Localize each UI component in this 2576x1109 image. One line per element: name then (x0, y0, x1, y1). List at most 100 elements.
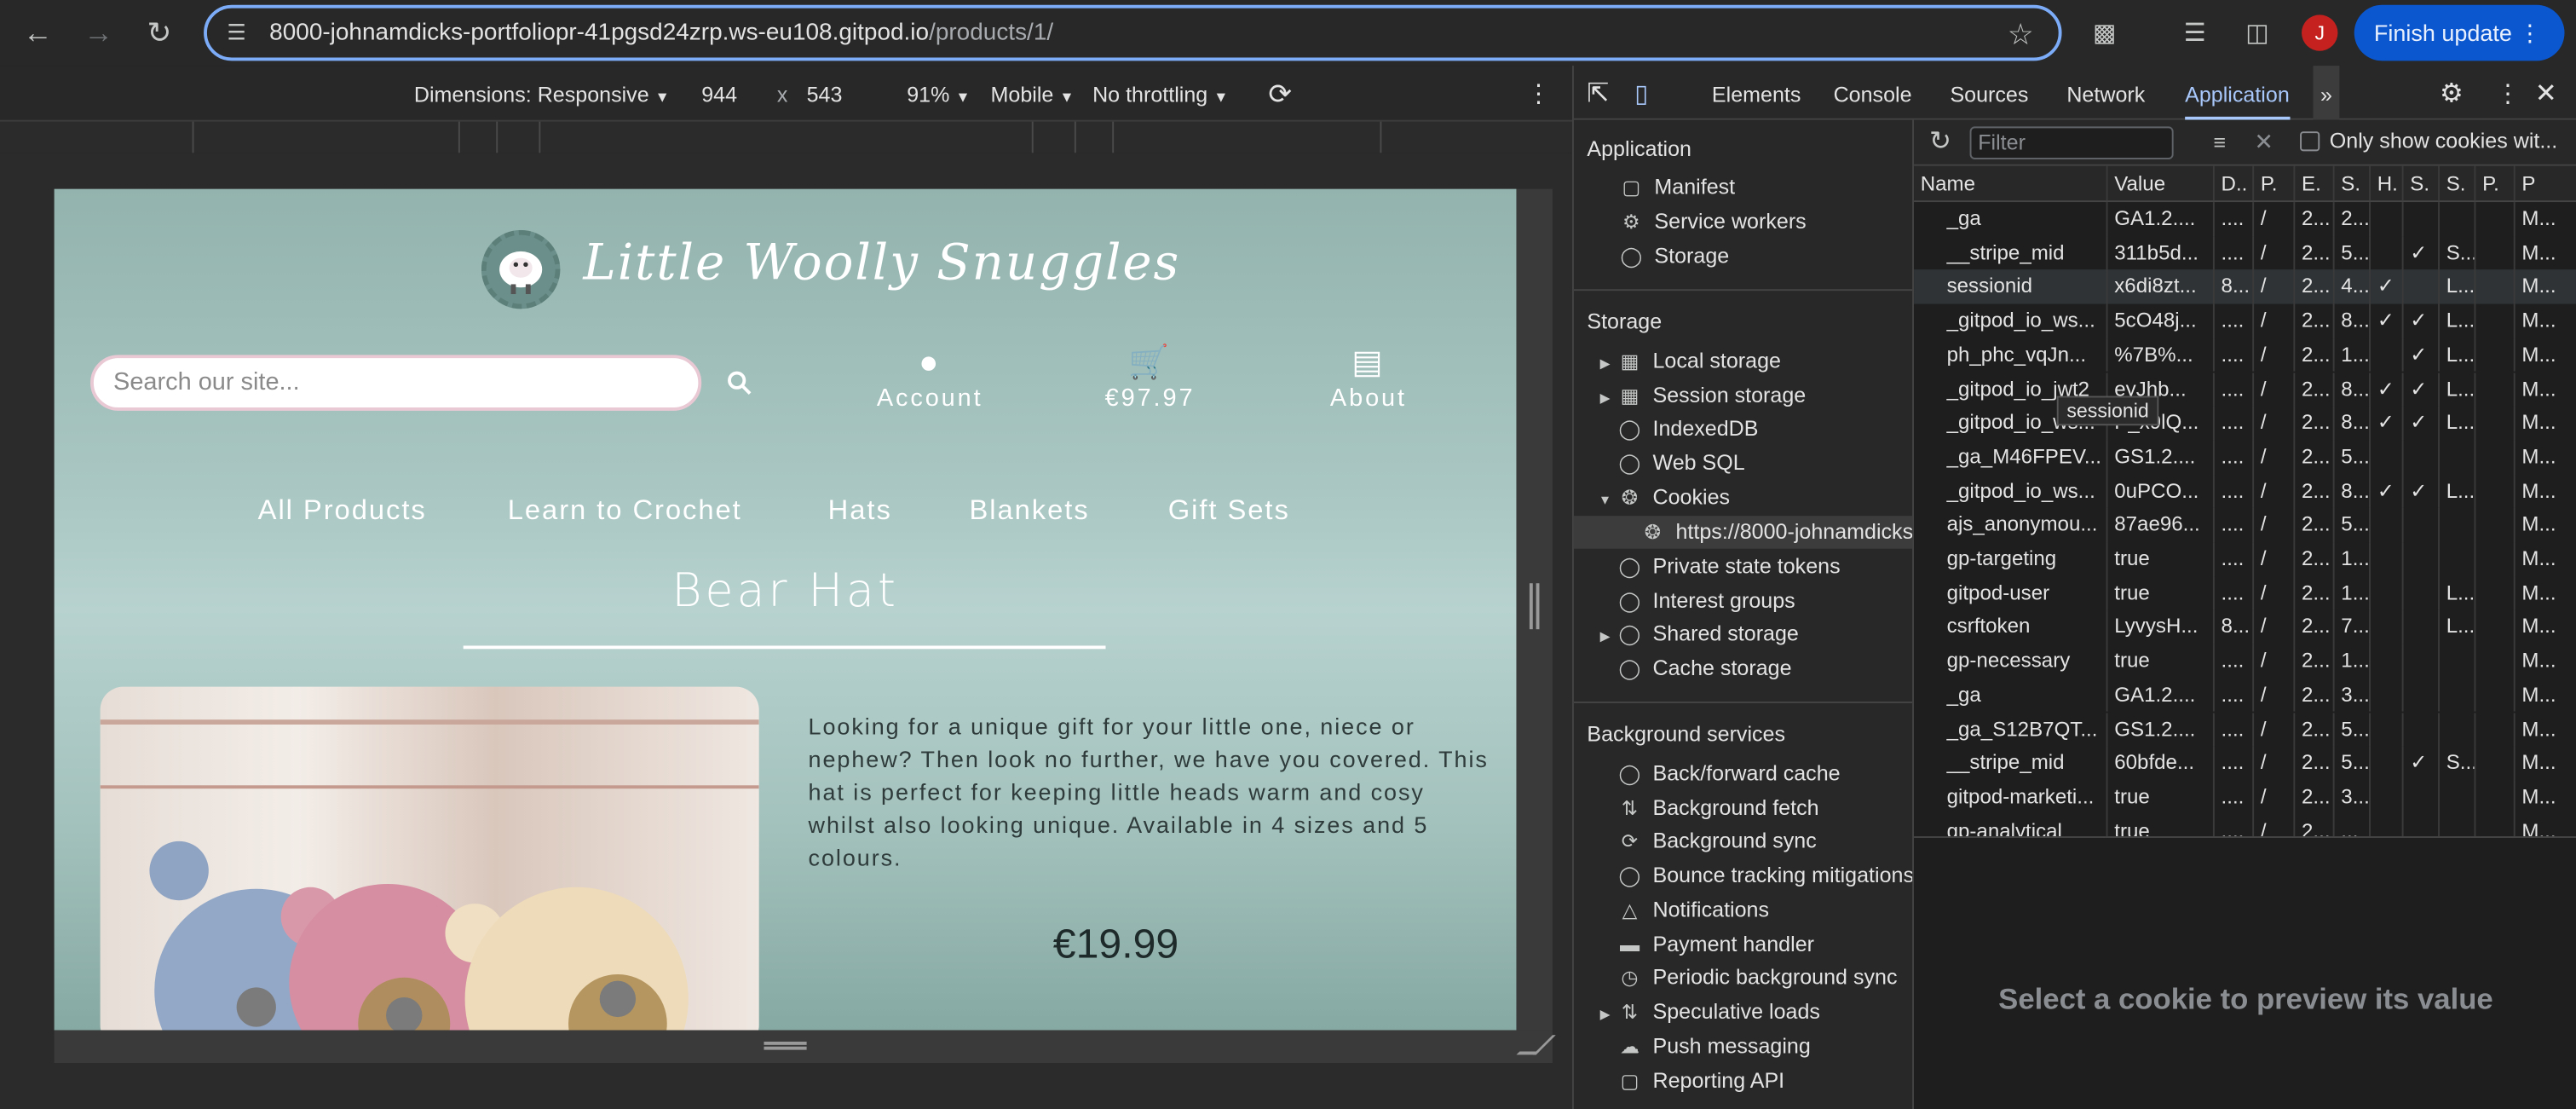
bookmark-star-icon[interactable]: ☆ (2001, 14, 2040, 54)
site-search-input[interactable]: Search our site... (90, 355, 702, 411)
bottom-resize-handle[interactable] (54, 1030, 1556, 1064)
product-image[interactable] (100, 686, 759, 1031)
table-row[interactable]: _ga GA1.2......../2... 2... M... (1914, 202, 2576, 236)
sidebar-item-background-fetch[interactable]: ⇅ Background fetch (1616, 792, 1819, 825)
vertical-resize-handle[interactable] (1516, 188, 1553, 1031)
sidebar-item-local-storage[interactable]: ▶ ▦ Local storage (1597, 345, 1781, 378)
table-row[interactable]: _gitpod_io_ws... 5cO48j......./2... 8... ✓ ✓… (1914, 303, 2576, 338)
sidebar-item-manifest[interactable]: ▢ Manifest (1618, 170, 1735, 204)
sidebar-item-background-sync[interactable]: ⟳ Background sync (1616, 825, 1817, 858)
more-tabs-icon[interactable]: » (2313, 66, 2340, 125)
tab-sources[interactable]: Sources (1950, 66, 2028, 124)
table-row[interactable]: gitpod-user true..../2... 1... L... M... (1914, 575, 2576, 610)
sidebar-item-cookies[interactable]: ▼ ❂ Cookies (1597, 482, 1730, 515)
column-header[interactable]: E. (2295, 165, 2335, 201)
table-row[interactable]: gitpod-marketi... true..../2... 3... M... (1914, 780, 2576, 815)
sidebar-item-storage[interactable]: ◯ Storage (1618, 240, 1729, 273)
sidebar-item-back-forward-cache[interactable]: ◯ Back/forward cache (1616, 758, 1841, 791)
sidebar-item-notifications[interactable]: △ Notifications (1616, 894, 1769, 927)
refresh-icon[interactable]: ↻ (1924, 124, 1957, 158)
column-header[interactable]: S. (2440, 165, 2476, 201)
table-row[interactable]: _gitpod_io_ws... 0uPCO......./2... 8... ✓ ✓ L… (1914, 474, 2576, 509)
more-options-icon[interactable]: ⋮ (1526, 66, 1551, 124)
column-header[interactable]: P. (2254, 165, 2296, 201)
device-toggle-icon[interactable]: ▯ (1634, 66, 1648, 124)
sidebar-item-service-workers[interactable]: ⚙ Service workers (1618, 205, 1807, 239)
cookie-table[interactable]: Name Value D.. P. E. S. H. S. S. P. P _ga GA1.2.....… (1914, 165, 2576, 837)
dimensions-select[interactable]: Dimensions: Responsive ▼ (414, 66, 670, 126)
finish-update-button[interactable]: Finish update ⋮ (2354, 4, 2565, 61)
table-row[interactable]: _ga GA1.2......../2... 3... M... (1914, 678, 2576, 713)
brand-name[interactable]: Little Woolly Snuggles (583, 235, 1180, 292)
table-row[interactable]: gp-analytical true..../2...... M... (1914, 814, 2576, 837)
column-header[interactable]: D.. (2215, 165, 2255, 201)
tab-application[interactable]: Application (2185, 66, 2290, 120)
table-row[interactable]: __stripe_mid 60bfde......./2... 5... ✓ S... M… (1914, 746, 2576, 781)
sidebar-item-cookie-origin[interactable]: ❂ https://8000-johnamdicks (1573, 516, 1913, 549)
extensions-icon[interactable]: ▩ (2085, 13, 2124, 52)
sheep-logo[interactable] (481, 229, 561, 309)
column-header[interactable]: P (2515, 165, 2576, 201)
sidebar-item-session-storage[interactable]: ▶ ▦ Session storage (1597, 379, 1807, 413)
table-row[interactable]: ajs_anonymou... 87ae96......./2... 5... M..… (1914, 508, 2576, 543)
table-row[interactable]: _gitpod_io_ws...P_x9lQ......./2...8...✓✓… (1914, 406, 2576, 441)
table-row[interactable]: gp-targeting true..../2... 1... M... (1914, 542, 2576, 576)
column-header[interactable]: S. (2335, 165, 2371, 201)
tab-console[interactable]: Console (1834, 66, 1912, 124)
tab-elements[interactable]: Elements (1712, 66, 1801, 124)
site-info-icon[interactable]: ☰ (220, 16, 253, 49)
delete-selected-icon[interactable]: ✕ (2247, 124, 2280, 158)
url-text[interactable]: 8000-johnamdicks-portfoliopr-41pgsd24zrp… (269, 9, 1053, 58)
column-header[interactable]: S. (2404, 165, 2440, 201)
settings-gear-icon[interactable]: ⚙ (2440, 66, 2464, 124)
column-header[interactable]: P. (2475, 165, 2515, 201)
account-link[interactable]: ● Account (864, 345, 995, 413)
menu-learn-to-crochet[interactable]: Learn to Crochet (508, 494, 742, 528)
sidebar-item-payment-handler[interactable]: ▬ Payment handler (1616, 928, 1814, 962)
table-row[interactable]: _ga_S12B7QT... GS1.2......../2... 5... M... (1914, 712, 2576, 747)
table-row[interactable]: sessionid x6di8zt... 8.../2... 4... ✓ L... M..… (1914, 269, 2576, 304)
table-row[interactable]: _gitpod_io_jwt2_ eyJhb......./2... 8... ✓ ✓ L… (1914, 372, 2576, 407)
clear-all-icon[interactable]: ≡ (2203, 124, 2236, 158)
media-queue-icon[interactable]: ☰ (2175, 13, 2215, 52)
profile-avatar[interactable]: J (2302, 14, 2338, 51)
about-link[interactable]: ▤ About (1303, 345, 1434, 413)
sidebar-item-bounce-tracking[interactable]: ◯ Bounce tracking mitigations (1616, 859, 1913, 892)
column-header[interactable]: Name (1914, 165, 2108, 201)
column-header[interactable]: H. (2371, 165, 2404, 201)
table-row[interactable]: ph_phc_vqJn... %7B%......./2... 1... ✓ L... M… (1914, 338, 2576, 373)
zoom-select[interactable]: 91% ▼ (907, 66, 970, 126)
inspect-element-icon[interactable]: ⇱ (1587, 66, 1609, 124)
reload-icon[interactable]: ↻ (136, 10, 182, 56)
table-row[interactable]: __stripe_mid 311b5d......./2... 5... ✓ S... M… (1914, 235, 2576, 270)
sidebar-item-reporting-api[interactable]: ▢ Reporting API (1616, 1065, 1785, 1098)
menu-all-products[interactable]: All Products (258, 494, 427, 528)
menu-gift-sets[interactable]: Gift Sets (1168, 494, 1290, 528)
rotate-icon[interactable]: ⟳ (1268, 66, 1291, 124)
address-bar[interactable]: ☰ 8000-johnamdicks-portfoliopr-41pgsd24z… (204, 4, 2062, 61)
tab-network[interactable]: Network (2066, 66, 2145, 124)
only-show-cookies-checkbox[interactable] (2300, 131, 2320, 152)
forward-arrow-icon[interactable]: → (76, 10, 122, 56)
column-header[interactable]: Value (2108, 165, 2215, 201)
side-panel-icon[interactable]: ◫ (2238, 13, 2277, 52)
sidebar-item-interest-groups[interactable]: ◯ Interest groups (1616, 585, 1795, 618)
table-row[interactable]: gp-necessary true..../2... 1... M... (1914, 644, 2576, 679)
sidebar-item-cache-storage[interactable]: ◯ Cache storage (1616, 652, 1792, 685)
throttling-select[interactable]: No throttling ▼ (1092, 66, 1228, 126)
sidebar-item-web-sql[interactable]: ◯ Web SQL (1616, 447, 1745, 480)
menu-blankets[interactable]: Blankets (969, 494, 1089, 528)
device-type-select[interactable]: Mobile ▼ (991, 66, 1075, 126)
close-icon[interactable]: ✕ (2535, 66, 2557, 124)
back-arrow-icon[interactable]: ← (14, 10, 61, 56)
sidebar-item-push-messaging[interactable]: ☁ Push messaging (1616, 1030, 1811, 1063)
menu-hats[interactable]: Hats (828, 494, 892, 528)
sidebar-item-speculative-loads[interactable]: ▶ ⇅ Speculative loads (1597, 996, 1820, 1029)
corner-resize-icon[interactable] (1516, 1035, 1556, 1055)
filter-input[interactable]: Filter (1969, 126, 2174, 159)
sidebar-item-indexeddb[interactable]: ◯ IndexedDB (1616, 413, 1759, 446)
cart-link[interactable]: 🛒 €97.97 (1084, 345, 1215, 413)
more-options-icon[interactable]: ⋮ (2496, 66, 2521, 124)
sidebar-item-private-state-tokens[interactable]: ◯ Private state tokens (1616, 551, 1841, 584)
width-input[interactable]: 944 (701, 66, 737, 124)
